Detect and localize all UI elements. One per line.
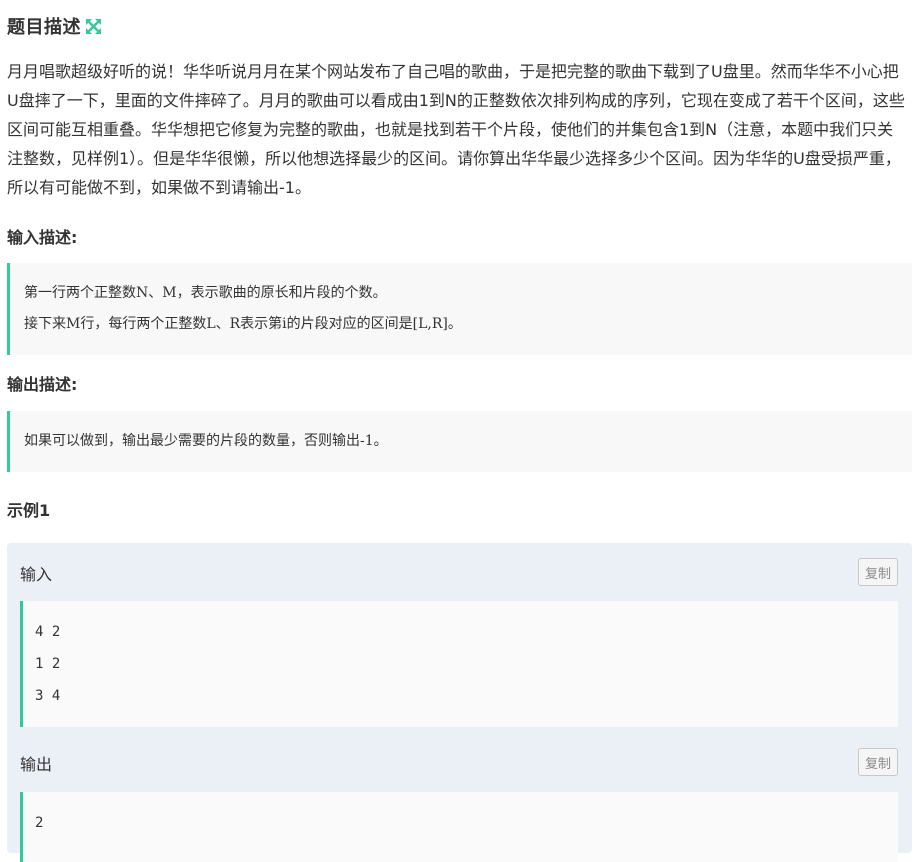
input-description-line: 第一行两个正整数N、M，表示歌曲的原长和片段的个数。 (24, 285, 387, 301)
example-output-label: 输出 (20, 755, 53, 774)
example-input-line: 3 4 (35, 688, 61, 704)
input-description-line: 接下来M行，每行两个正整数L、R表示第i的片段对应的区间是[L,R]。 (24, 316, 462, 332)
title-row: 题目描述 (7, 13, 102, 39)
example-input-line: 4 2 (35, 624, 61, 640)
input-description-heading: 输入描述: (7, 228, 78, 247)
problem-description: 月月唱歌超级好听的说！华华听说月月在某个网站发布了自己唱的歌曲，于是把完整的歌曲… (7, 62, 905, 197)
input-description-block: 第一行两个正整数N、M，表示歌曲的原长和片段的个数。 接下来M行，每行两个正整数… (7, 263, 912, 355)
example-heading: 示例1 (7, 501, 51, 520)
example-output-line: 2 (35, 815, 44, 831)
output-description-line: 如果可以做到，输出最少需要的片段的数量，否则输出-1。 (24, 433, 388, 449)
expand-arrows-icon[interactable] (85, 18, 102, 35)
example-box: 输入 复制 4 2 1 2 3 4 输出 复制 2 (7, 543, 912, 862)
output-description-heading: 输出描述: (7, 375, 78, 394)
copy-input-button[interactable]: 复制 (858, 558, 898, 586)
example-output-code[interactable]: 2 (20, 792, 898, 862)
page-title: 题目描述 (7, 17, 81, 38)
example-input-label: 输入 (20, 565, 53, 584)
output-description-block: 如果可以做到，输出最少需要的片段的数量，否则输出-1。 (7, 411, 912, 472)
example-input-line: 1 2 (35, 656, 61, 672)
copy-output-button[interactable]: 复制 (858, 748, 898, 776)
example-input-code[interactable]: 4 2 1 2 3 4 (20, 601, 898, 727)
